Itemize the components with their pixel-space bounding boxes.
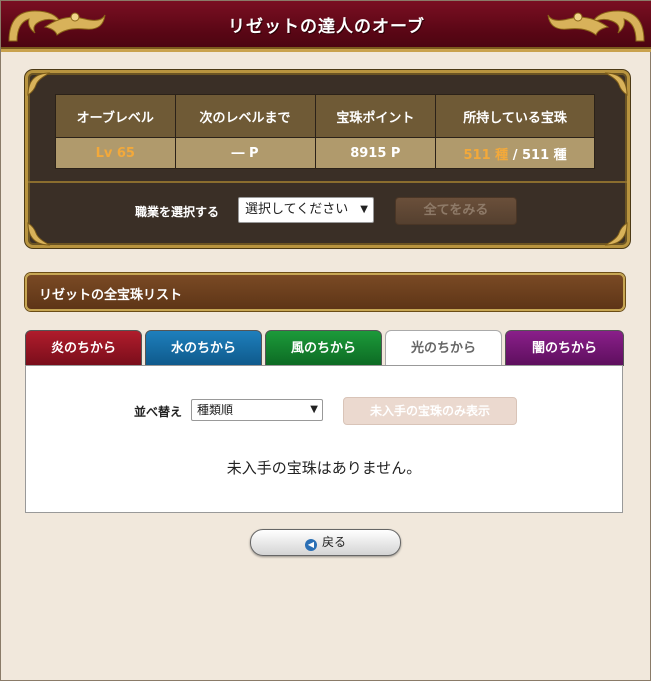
tab-light[interactable]: 光のちから (385, 330, 502, 367)
job-select[interactable]: 選択してください ▼ (238, 197, 374, 223)
chevron-down-icon: ▼ (360, 204, 368, 215)
header-orb-level: オーブレベル (55, 94, 176, 138)
jewel-list-header: リゼットの全宝珠リスト (25, 273, 625, 311)
corner-ornament-icon (27, 72, 51, 96)
jewel-points-value: 8915 P (314, 137, 437, 169)
sort-select[interactable]: 種類順 ▼ (191, 399, 323, 421)
owned-total: 511 種 (521, 147, 567, 163)
page-header: リゼットの達人のオーブ (1, 1, 651, 52)
back-button-label: 戻る (321, 535, 346, 549)
element-tabs: 炎のちから 水のちから 風のちから 光のちから 闇のちから (25, 330, 625, 367)
view-all-button[interactable]: 全てをみる (395, 197, 517, 225)
job-select-value: 選択してください (245, 202, 349, 217)
next-level-value: ― P (174, 137, 316, 169)
owned-jewels-value: 511 種 / 511 種 (435, 137, 595, 169)
page-frame: リゼットの達人のオーブ オーブレベル 次のレベルまで 宝珠ポイント 所持している… (0, 0, 651, 681)
corner-ornament-icon (27, 222, 51, 246)
chevron-down-icon: ▼ (310, 404, 318, 415)
owned-separator: / (508, 147, 522, 163)
owned-count: 511 種 (463, 147, 509, 163)
orb-stats-table: オーブレベル 次のレベルまで 宝珠ポイント 所持している宝珠 Lv 65 ― P… (55, 94, 595, 169)
header-owned-jewels: 所持している宝珠 (435, 94, 595, 138)
job-select-label: 職業を選択する (135, 205, 220, 219)
corner-ornament-icon (604, 222, 628, 246)
header-jewel-points: 宝珠ポイント (314, 94, 437, 138)
sort-select-value: 種類順 (197, 403, 234, 417)
tab-wind[interactable]: 風のちから (265, 330, 382, 366)
tab-dark[interactable]: 闇のちから (505, 330, 624, 366)
sort-label: 並べ替え (134, 405, 183, 419)
jewel-list-title: リゼットの全宝珠リスト (39, 288, 183, 303)
panel-divider (28, 181, 627, 183)
empty-message: 未入手の宝珠はありません。 (226, 459, 422, 477)
tab-fire[interactable]: 炎のちから (25, 330, 142, 366)
ornament-icon (547, 10, 645, 42)
show-missing-button[interactable]: 未入手の宝珠のみ表示 (343, 397, 517, 425)
back-arrow-icon: ◀ (304, 539, 317, 551)
orb-status-panel: オーブレベル 次のレベルまで 宝珠ポイント 所持している宝珠 Lv 65 ― P… (25, 70, 630, 248)
back-button[interactable]: ◀ 戻る (250, 529, 401, 556)
tab-water[interactable]: 水のちから (145, 330, 262, 366)
header-next-level: 次のレベルまで (174, 94, 316, 138)
corner-ornament-icon (604, 72, 628, 96)
orb-level-value: Lv 65 (55, 137, 176, 169)
tab-content: 並べ替え 種類順 ▼ 未入手の宝珠のみ表示 未入手の宝珠はありません。 (25, 365, 623, 513)
